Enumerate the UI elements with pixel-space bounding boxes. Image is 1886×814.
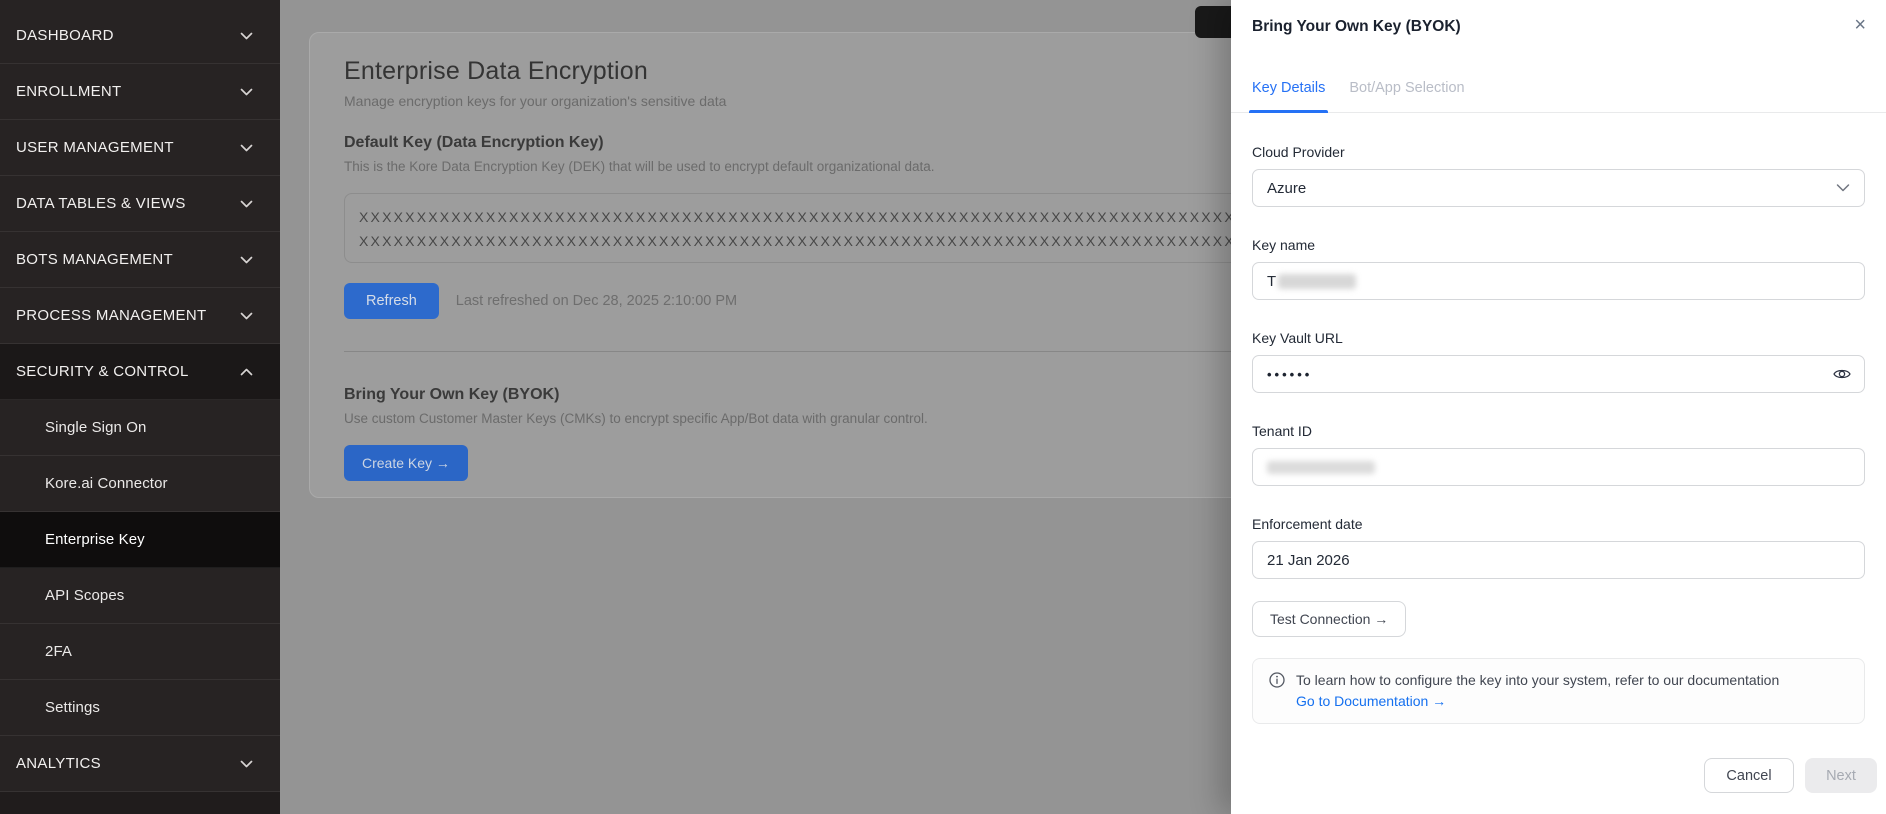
sidebar-item-label: API Scopes [45,587,124,604]
tab-bot-app-selection[interactable]: Bot/App Selection [1349,80,1464,112]
info-text: To learn how to configure the key into y… [1296,670,1779,690]
sidebar-item-analytics[interactable]: ANALYTICS [0,736,280,792]
byok-drawer: Bring Your Own Key (BYOK) × Key Details … [1231,0,1886,814]
chevron-down-icon [240,27,253,44]
drawer-header: Bring Your Own Key (BYOK) × [1231,0,1886,36]
key-name-group: Key name T [1252,237,1865,300]
masked-value: •••••• [1267,367,1312,382]
sidebar-item-process-management[interactable]: PROCESS MANAGEMENT [0,288,280,344]
chevron-down-icon [240,307,253,324]
sidebar-item-2fa[interactable]: 2FA [0,624,280,680]
sidebar-item-label: BOTS MANAGEMENT [16,251,173,268]
tenant-id-label: Tenant ID [1252,423,1865,439]
sidebar-item-label: PROCESS MANAGEMENT [16,307,206,324]
sidebar-partial-row [0,792,280,814]
drawer-title: Bring Your Own Key (BYOK) [1252,17,1865,36]
redacted-value [1267,461,1375,474]
enforcement-date-label: Enforcement date [1252,516,1865,532]
sidebar-item-koreai-connector[interactable]: Kore.ai Connector [0,456,280,512]
next-button[interactable]: Next [1805,758,1877,793]
info-icon [1269,672,1285,711]
sidebar-item-api-scopes[interactable]: API Scopes [0,568,280,624]
sidebar-item-user-management[interactable]: USER MANAGEMENT [0,120,280,176]
sidebar-item-label: Settings [45,699,100,716]
test-connection-button[interactable]: Test Connection → [1252,601,1406,637]
enforcement-date-input[interactable]: 21 Jan 2026 [1252,541,1865,579]
sidebar-item-settings[interactable]: Settings [0,680,280,736]
chevron-up-icon [240,363,253,380]
sidebar-item-bots-management[interactable]: BOTS MANAGEMENT [0,232,280,288]
enforcement-date-value: 21 Jan 2026 [1267,552,1350,569]
sidebar-item-label: USER MANAGEMENT [16,139,174,156]
eye-icon[interactable] [1830,364,1854,384]
sidebar-item-label: SECURITY & CONTROL [16,363,189,380]
key-name-label: Key name [1252,237,1865,253]
chevron-down-icon [1836,180,1850,197]
tenant-id-group: Tenant ID [1252,423,1865,486]
sidebar-item-label: DASHBOARD [16,27,114,44]
key-vault-url-label: Key Vault URL [1252,330,1865,346]
key-name-value: T [1267,273,1276,290]
sidebar: DASHBOARD ENROLLMENT USER MANAGEMENT DAT… [0,0,280,814]
chevron-down-icon [240,251,253,268]
cancel-button[interactable]: Cancel [1704,758,1794,793]
key-name-input[interactable]: T [1252,262,1865,300]
cloud-provider-select[interactable]: Azure [1252,169,1865,207]
sidebar-item-label: Single Sign On [45,419,146,436]
documentation-info-box: To learn how to configure the key into y… [1252,658,1865,724]
go-to-documentation-link[interactable]: Go to Documentation → [1296,693,1446,709]
cloud-provider-label: Cloud Provider [1252,144,1865,160]
sidebar-item-single-sign-on[interactable]: Single Sign On [0,400,280,456]
sidebar-item-security-control[interactable]: SECURITY & CONTROL [0,344,280,400]
close-icon[interactable]: × [1850,13,1870,37]
chevron-down-icon [240,139,253,156]
sidebar-item-label: Kore.ai Connector [45,475,168,492]
cloud-provider-value: Azure [1267,180,1306,197]
drawer-footer: Cancel Next [1231,758,1886,793]
sidebar-item-label: ANALYTICS [16,755,101,772]
sidebar-item-enterprise-key[interactable]: Enterprise Key [0,512,280,568]
key-vault-url-input[interactable]: •••••• [1252,355,1865,393]
chevron-down-icon [240,755,253,772]
key-vault-url-group: Key Vault URL •••••• [1252,330,1865,393]
sidebar-item-label: 2FA [45,643,72,660]
sidebar-item-dashboard[interactable]: DASHBOARD [0,8,280,64]
key-details-form: Cloud Provider Azure Key name T Key Vaul… [1231,113,1886,724]
chevron-down-icon [240,195,253,212]
sidebar-item-data-tables-views[interactable]: DATA TABLES & VIEWS [0,176,280,232]
sidebar-item-label: Enterprise Key [45,531,145,548]
drawer-tabs: Key Details Bot/App Selection [1231,80,1886,113]
sidebar-item-label: ENROLLMENT [16,83,122,100]
enforcement-date-group: Enforcement date 21 Jan 2026 [1252,516,1865,579]
create-key-button[interactable]: Create Key → [344,445,468,481]
tenant-id-input[interactable] [1252,448,1865,486]
sidebar-item-label: DATA TABLES & VIEWS [16,195,186,212]
sidebar-item-enrollment[interactable]: ENROLLMENT [0,64,280,120]
chevron-down-icon [240,83,253,100]
last-refreshed-text: Last refreshed on Dec 28, 2025 2:10:00 P… [456,293,737,309]
tab-key-details[interactable]: Key Details [1252,80,1325,112]
refresh-button[interactable]: Refresh [344,283,439,319]
redacted-value [1278,274,1356,289]
cloud-provider-group: Cloud Provider Azure [1252,144,1865,207]
